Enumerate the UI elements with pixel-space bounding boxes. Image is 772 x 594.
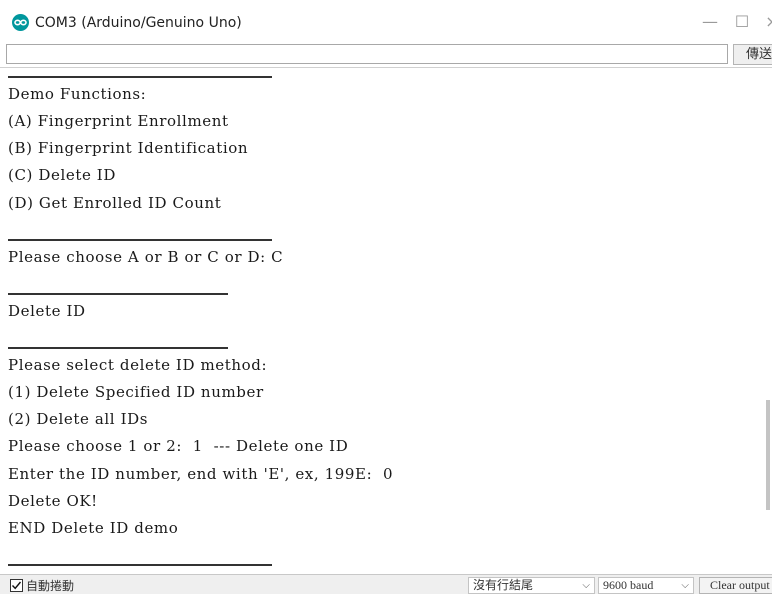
output-scrollbar-thumb[interactable] — [766, 400, 770, 510]
output-line: (1) Delete Specified ID number — [8, 383, 264, 402]
title-bar: COM3 (Arduino/Genuino Uno) — ☐ × — [0, 0, 772, 44]
window-title: COM3 (Arduino/Genuino Uno) — [35, 15, 242, 31]
autoscroll-label: 自動捲動 — [26, 579, 75, 593]
separator-line — [8, 76, 272, 78]
clear-output-button[interactable]: Clear output — [699, 577, 772, 594]
serial-send-input[interactable] — [6, 44, 728, 64]
output-line: (C) Delete ID — [8, 166, 116, 185]
output-line: Demo Functions: — [8, 85, 147, 104]
output-line: (D) Get Enrolled ID Count — [8, 193, 222, 212]
send-button[interactable]: 傳送 — [733, 44, 772, 65]
output-line: Please select delete ID method: — [8, 356, 268, 375]
line-ending-select[interactable]: 沒有行結尾 ⌵ — [468, 577, 595, 594]
close-button[interactable]: × — [752, 6, 772, 38]
serial-output-area[interactable]: Demo Functions: (A) Fingerprint Enrollmen… — [0, 68, 766, 574]
line-ending-value: 沒有行結尾 — [473, 578, 534, 592]
output-line: Please choose 1 or 2: 1 --- Delete one I… — [8, 437, 349, 456]
status-bar: 自動捲動 沒有行結尾 ⌵ 9600 baud ⌵ Clear output — [0, 574, 772, 594]
separator-line — [8, 347, 228, 349]
output-line: Please choose A or B or C or D: C — [8, 247, 284, 266]
separator-line — [8, 238, 272, 241]
autoscroll-checkbox[interactable] — [10, 579, 23, 592]
chevron-down-icon: ⌵ — [681, 580, 689, 591]
arduino-infinity-icon — [12, 14, 29, 31]
baud-rate-select[interactable]: 9600 baud ⌵ — [598, 577, 694, 594]
separator-line — [8, 292, 228, 295]
output-line: (B) Fingerprint Identification — [8, 139, 249, 158]
send-row: 傳送 — [0, 44, 772, 68]
chevron-down-icon: ⌵ — [582, 580, 590, 591]
output-line: END Delete ID demo — [8, 518, 179, 537]
separator-line — [8, 563, 272, 566]
output-line: (A) Fingerprint Enrollment — [8, 112, 229, 131]
output-line: Enter the ID number, end with 'E', ex, 1… — [8, 464, 394, 483]
output-line: Delete OK! — [8, 491, 98, 510]
baud-rate-value: 9600 baud — [603, 578, 654, 592]
output-line: (2) Delete all IDs — [8, 410, 149, 429]
output-line: Delete ID — [8, 301, 86, 320]
